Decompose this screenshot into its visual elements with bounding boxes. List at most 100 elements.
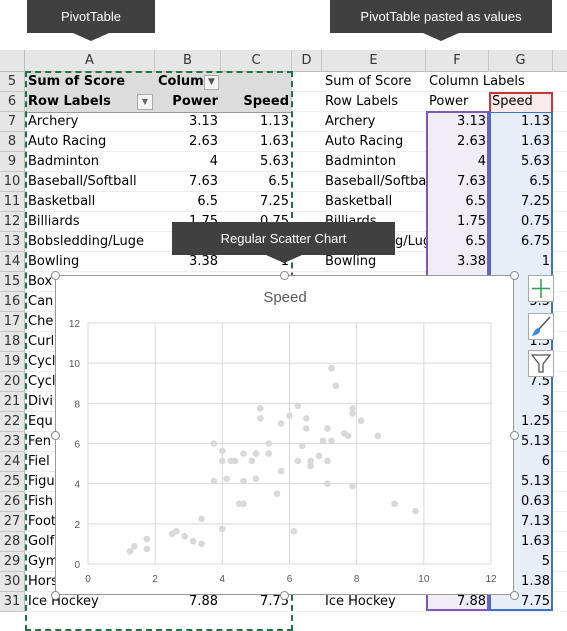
values-power-value[interactable]: 1.75: [426, 212, 489, 232]
resize-handle-tl[interactable]: [51, 271, 60, 280]
resize-handle-ml[interactable]: [51, 431, 60, 440]
values-column-labels[interactable]: Column Labels: [426, 72, 553, 92]
row-header-9[interactable]: 9: [0, 152, 25, 172]
data-point: [298, 442, 306, 450]
row-header-12[interactable]: 12: [0, 212, 25, 232]
chart-elements-button[interactable]: [528, 275, 554, 302]
values-speed-value[interactable]: 6.75: [489, 232, 553, 252]
values-row-label[interactable]: Baseball/Softbal: [322, 172, 426, 192]
row-header-30[interactable]: 30: [0, 572, 25, 592]
values-speed-value[interactable]: 1.63: [489, 132, 553, 152]
row-header-6[interactable]: 6: [0, 92, 25, 112]
row-header-7[interactable]: 7: [0, 112, 25, 132]
values-speed-value[interactable]: 0.75: [489, 212, 553, 232]
data-point: [319, 437, 327, 445]
row-header-10[interactable]: 10: [0, 172, 25, 192]
column-header-E[interactable]: E: [322, 50, 426, 72]
data-point: [277, 420, 285, 427]
values-header-speed[interactable]: Speed: [489, 92, 553, 112]
resize-handle-mr[interactable]: [510, 431, 519, 440]
chart-title: Speed: [263, 289, 306, 306]
row-header-21[interactable]: 21: [0, 392, 25, 412]
row-header-23[interactable]: 23: [0, 432, 25, 452]
column-header-A[interactable]: A: [25, 50, 155, 72]
values-power-value[interactable]: 3.13: [426, 112, 489, 132]
resize-handle-tm[interactable]: [280, 271, 289, 280]
values-row-label[interactable]: g/Lug: [392, 232, 426, 252]
values-sum-label[interactable]: Sum of Score: [322, 72, 426, 92]
resize-handle-bm[interactable]: [280, 591, 289, 600]
row-header-8[interactable]: 8: [0, 132, 25, 152]
column-header-D[interactable]: D: [292, 50, 322, 72]
values-row-label[interactable]: Archery: [322, 112, 426, 132]
values-header-power[interactable]: Power: [426, 92, 489, 112]
row-header-5[interactable]: 5: [0, 72, 25, 92]
resize-handle-bl[interactable]: [51, 591, 60, 600]
row-header-11[interactable]: 11: [0, 192, 25, 212]
resize-handle-tr[interactable]: [510, 271, 519, 280]
values-row-label[interactable]: Badminton: [322, 152, 426, 172]
data-point: [248, 457, 256, 465]
row-header-31[interactable]: 31: [0, 592, 25, 612]
row-header-16[interactable]: 16: [0, 292, 25, 312]
row-header-15[interactable]: 15: [0, 272, 25, 292]
row-header-18[interactable]: 18: [0, 332, 25, 352]
data-point: [357, 417, 365, 425]
data-point: [219, 525, 226, 533]
data-point: [324, 480, 331, 487]
row-header-24[interactable]: 24: [0, 452, 25, 472]
data-point: [328, 437, 335, 445]
column-header-F[interactable]: F: [426, 50, 489, 72]
select-all-corner[interactable]: [0, 50, 25, 72]
column-header-C[interactable]: C: [221, 50, 292, 72]
column-header-B[interactable]: B: [155, 50, 221, 72]
data-point: [210, 477, 218, 485]
row-header-14[interactable]: 14: [0, 252, 25, 272]
values-speed-value[interactable]: 6.5: [489, 172, 553, 192]
row-header-29[interactable]: 29: [0, 552, 25, 572]
row-header-22[interactable]: 22: [0, 412, 25, 432]
data-point: [277, 467, 285, 475]
values-speed-value[interactable]: 7.25: [489, 192, 553, 212]
chart-filters-button[interactable]: [528, 350, 554, 377]
row-header-25[interactable]: 25: [0, 472, 25, 492]
row-header-27[interactable]: 27: [0, 512, 25, 532]
values-power-value[interactable]: 6.5: [426, 192, 489, 212]
callout-pivottable: PivotTable: [27, 0, 155, 41]
column-header-next[interactable]: [553, 50, 567, 72]
values-speed-value[interactable]: 5.63: [489, 152, 553, 172]
values-power-value[interactable]: 3.38: [426, 252, 489, 272]
data-point: [273, 490, 281, 498]
values-power-value[interactable]: 7.63: [426, 172, 489, 192]
values-speed-value[interactable]: 1: [489, 252, 553, 272]
values-row-label[interactable]: Auto Racing: [322, 132, 426, 152]
values-row-label[interactable]: Basketball: [322, 192, 426, 212]
column-filter-button[interactable]: ▼: [204, 75, 219, 90]
values-power-value[interactable]: 2.63: [426, 132, 489, 152]
row-header-26[interactable]: 26: [0, 492, 25, 512]
row-header-13[interactable]: 13: [0, 232, 25, 252]
row-header-20[interactable]: 20: [0, 372, 25, 392]
data-point: [256, 405, 264, 412]
column-header-G[interactable]: G: [489, 50, 553, 72]
data-point: [344, 432, 352, 440]
data-point: [324, 425, 331, 432]
x-tick-label: 4: [220, 574, 226, 585]
data-point: [256, 415, 264, 422]
data-point: [240, 500, 247, 508]
values-row-labels[interactable]: Row Labels: [322, 92, 426, 112]
row-header-19[interactable]: 19: [0, 352, 25, 372]
values-row-label[interactable]: Bowling: [322, 252, 426, 272]
values-speed-value[interactable]: 1.13: [489, 112, 553, 132]
scatter-chart[interactable]: Speed 0 2 4 6 8 10 12 0 2 4 6 8 10 12: [55, 275, 514, 595]
chart-styles-button[interactable]: [528, 313, 554, 340]
row-labels-dropdown[interactable]: ▼: [137, 94, 153, 110]
values-power-value[interactable]: 4: [426, 152, 489, 172]
y-tick-label: 10: [69, 359, 81, 370]
row-header-17[interactable]: 17: [0, 312, 25, 332]
data-point: [240, 477, 247, 485]
row-header-28[interactable]: 28: [0, 532, 25, 552]
resize-handle-br[interactable]: [510, 591, 519, 600]
values-power-value[interactable]: 6.5: [426, 232, 489, 252]
data-point: [302, 415, 310, 422]
